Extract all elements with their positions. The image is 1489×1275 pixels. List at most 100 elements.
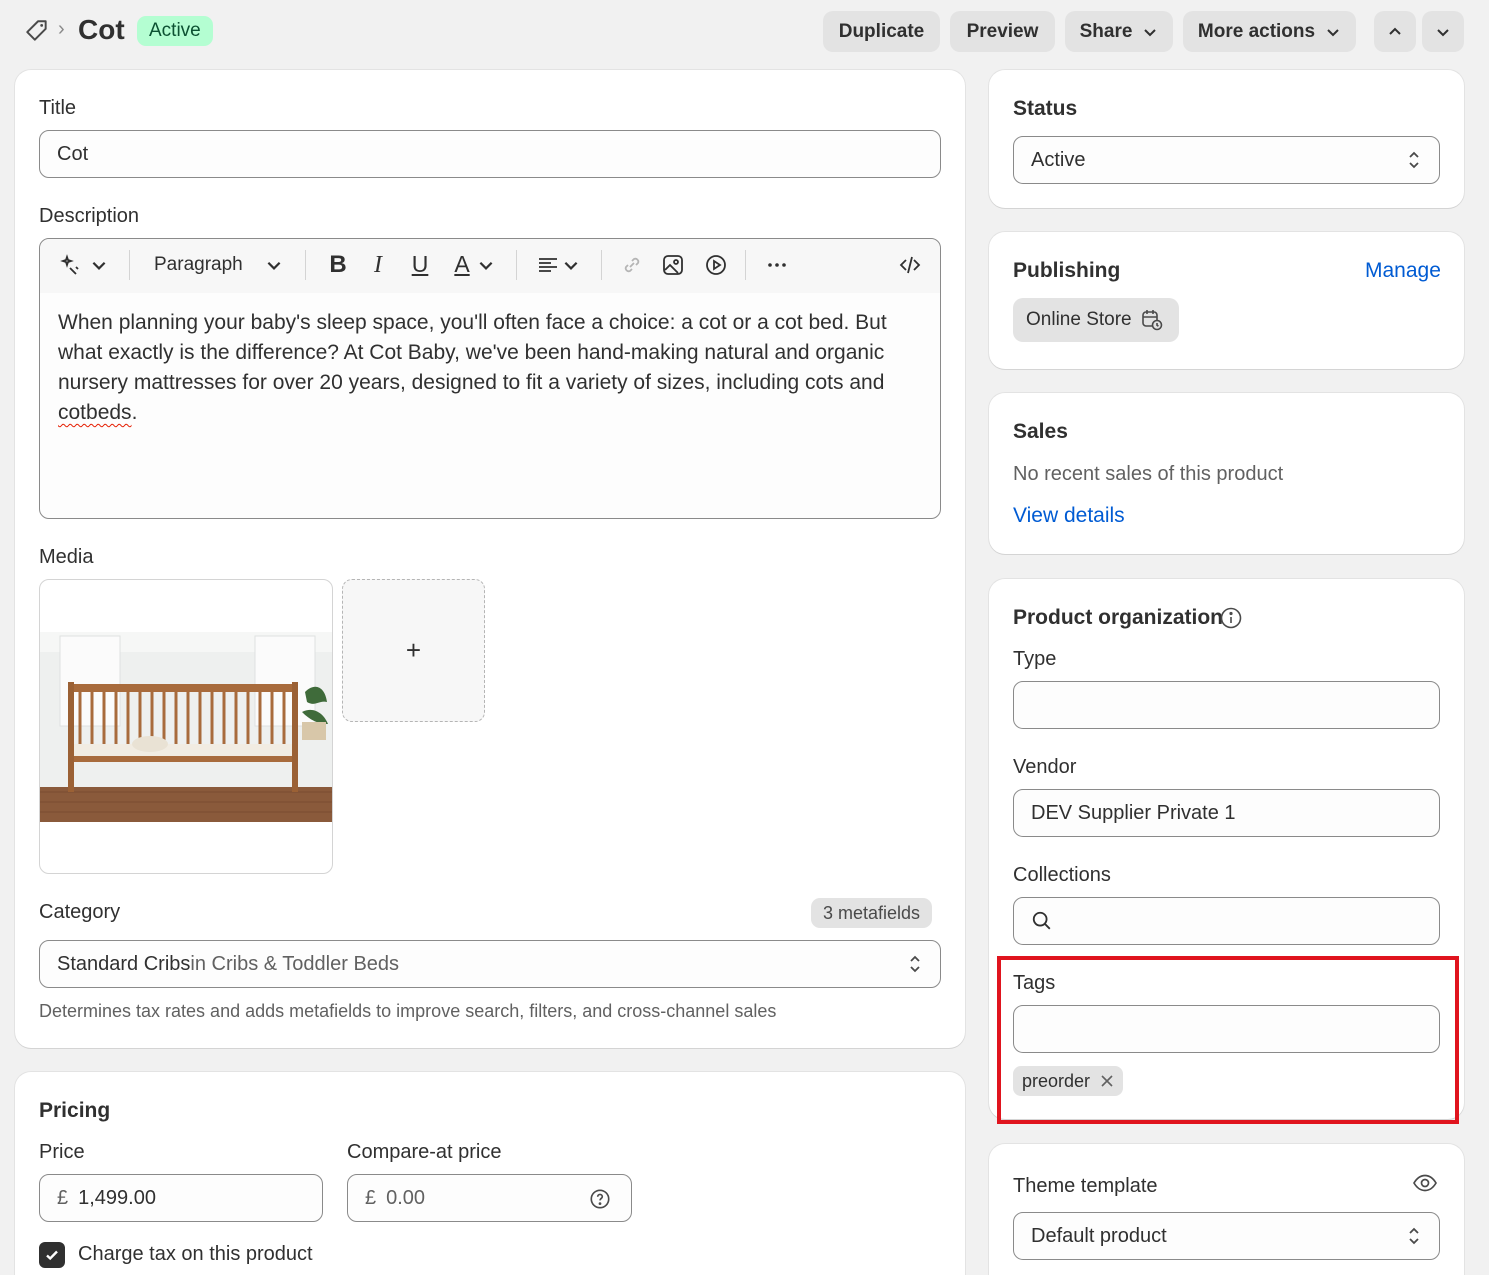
select-arrows-icon [1409,151,1419,169]
product-organization-heading: Product organization [1013,606,1223,629]
link-icon[interactable] [620,253,644,277]
status-select[interactable]: Active [1013,136,1440,184]
search-icon [1032,911,1051,930]
description-label: Description [39,205,140,227]
highlight-box [997,956,1459,1124]
ai-sparkle-icon[interactable] [59,253,83,277]
misspelled-word: cotbeds [58,401,132,424]
type-label: Type [1013,648,1057,670]
chevron-down-icon[interactable] [90,253,108,277]
category-help-text: Determines tax rates and adds metafields… [39,1001,777,1021]
compare-at-price-label: Compare-at price [347,1141,502,1163]
more-actions-button[interactable]: More actions [1183,11,1356,52]
toolbar-divider [305,250,306,280]
video-icon[interactable] [704,253,728,277]
align-left-icon[interactable] [536,253,560,277]
theme-template-value: Default product [1031,1224,1167,1247]
compare-at-price-input[interactable]: £ 0.00 [347,1174,632,1222]
status-heading: Status [1013,97,1078,120]
eye-icon[interactable] [1412,1171,1438,1195]
price-value: 1,499.00 [78,1186,156,1209]
toolbar-divider [745,250,746,280]
chevron-down-icon[interactable] [265,253,283,277]
chevron-up-icon [1389,27,1401,35]
chevron-down-icon [1144,28,1157,36]
title-input[interactable]: Cot [39,130,941,178]
next-product-button[interactable] [1422,11,1464,52]
paragraph-style-select[interactable]: Paragraph [154,254,243,276]
share-button[interactable]: Share [1065,11,1173,52]
breadcrumb-chevron-icon: › [58,18,65,40]
code-view-icon[interactable] [898,253,922,277]
channel-label: Online Store [1026,309,1132,330]
plus-icon: + [405,635,422,665]
duplicate-button[interactable]: Duplicate [823,11,940,52]
type-input[interactable] [1013,681,1440,729]
text-color-icon[interactable]: A [450,253,474,277]
status-badge: Active [137,16,213,46]
calendar-clock-icon [1141,310,1162,331]
media-label: Media [39,546,94,568]
share-label: Share [1079,20,1133,42]
toolbar-divider [601,250,602,280]
currency-symbol: £ [57,1186,69,1209]
vendor-input[interactable]: DEV Supplier Private 1 [1013,789,1440,837]
help-circle-icon[interactable] [589,1188,611,1210]
description-text-main: When planning your baby's sleep space, y… [58,311,887,394]
description-text[interactable]: When planning your baby's sleep space, y… [58,308,898,428]
toolbar-divider [516,250,517,280]
select-arrows-icon [910,955,920,973]
compare-at-price-placeholder: 0.00 [386,1186,426,1209]
category-parent: in Cribs & Toddler Beds [190,952,400,975]
theme-template-heading: Theme template [1013,1175,1158,1197]
image-icon[interactable] [661,253,685,277]
pricing-heading: Pricing [39,1099,111,1122]
category-label: Category [39,901,121,923]
duplicate-label: Duplicate [838,20,925,42]
status-value: Active [1031,148,1086,171]
vendor-label: Vendor [1013,756,1077,778]
vendor-value: DEV Supplier Private 1 [1031,801,1236,824]
select-arrows-icon [1409,1227,1419,1245]
preview-button[interactable]: Preview [950,11,1055,52]
more-options-icon[interactable] [765,253,789,277]
collections-label: Collections [1013,864,1111,886]
underline-icon[interactable]: U [408,253,432,277]
title-value: Cot [57,142,89,165]
publishing-heading: Publishing [1013,259,1121,282]
charge-tax-checkbox[interactable] [39,1242,65,1268]
product-tag-icon[interactable] [24,18,50,44]
price-label: Price [39,1141,85,1163]
chevron-down-icon [1327,28,1339,36]
category-select[interactable]: Standard Cribs in Cribs & Toddler Beds [39,940,941,988]
metafields-badge[interactable]: 3 metafields [811,898,933,928]
theme-template-select[interactable]: Default product [1013,1212,1440,1260]
checkmark-icon [46,1250,58,1261]
italic-icon[interactable]: I [366,253,390,277]
more-actions-label: More actions [1197,20,1316,42]
currency-symbol: £ [365,1186,377,1209]
chevron-down-icon [1437,28,1449,36]
sales-empty-text: No recent sales of this product [1013,463,1284,485]
info-icon[interactable] [1219,606,1243,630]
cot-product-image [40,632,332,822]
manage-link[interactable]: Manage [1365,259,1441,283]
sales-heading: Sales [1013,420,1068,443]
preview-label: Preview [966,20,1039,42]
category-value: Standard Cribs [57,952,191,975]
collections-search-input[interactable] [1013,897,1440,945]
online-store-channel-chip[interactable]: Online Store [1013,298,1179,342]
description-text-end: . [131,401,138,424]
price-input[interactable]: £ 1,499.00 [39,1174,323,1222]
charge-tax-label: Charge tax on this product [78,1243,313,1265]
title-label: Title [39,97,77,119]
media-thumbnail[interactable] [39,579,333,874]
bold-icon[interactable]: B [326,253,350,277]
chevron-down-icon[interactable] [477,253,495,277]
view-details-link[interactable]: View details [1013,504,1125,528]
add-media-button[interactable]: + [342,579,485,722]
toolbar-divider [129,250,130,280]
previous-product-button[interactable] [1374,11,1416,52]
chevron-down-icon[interactable] [562,253,580,277]
page-title: Cot [78,14,125,45]
